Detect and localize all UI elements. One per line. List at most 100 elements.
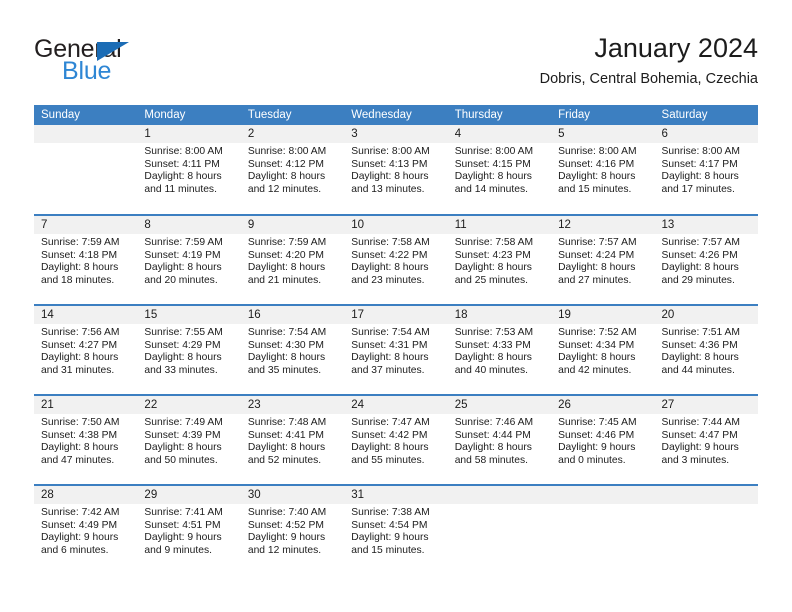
day-cell[interactable]: 26 Sunrise: 7:45 AM Sunset: 4:46 PM Dayl… <box>551 394 655 485</box>
week-row: 28 Sunrise: 7:42 AM Sunset: 4:49 PM Dayl… <box>34 484 758 575</box>
sunset-text: Sunset: 4:13 PM <box>351 158 428 170</box>
day-cell-inner: 15 Sunrise: 7:55 AM Sunset: 4:29 PM Dayl… <box>137 306 241 394</box>
day-cell[interactable]: 21 Sunrise: 7:50 AM Sunset: 4:38 PM Dayl… <box>34 394 138 485</box>
day-cell[interactable] <box>34 125 138 215</box>
day-cell[interactable]: 19 Sunrise: 7:52 AM Sunset: 4:34 PM Dayl… <box>551 304 655 395</box>
day-cell[interactable]: 7 Sunrise: 7:59 AM Sunset: 4:18 PM Dayli… <box>34 214 138 305</box>
day-details: Sunrise: 7:41 AM Sunset: 4:51 PM Dayligh… <box>137 504 240 557</box>
day-details: Sunrise: 8:00 AM Sunset: 4:16 PM Dayligh… <box>551 143 654 196</box>
day-cell[interactable]: 31 Sunrise: 7:38 AM Sunset: 4:54 PM Dayl… <box>344 484 448 575</box>
day-cell[interactable]: 11 Sunrise: 7:58 AM Sunset: 4:23 PM Dayl… <box>447 214 552 305</box>
day-details: Sunrise: 7:56 AM Sunset: 4:27 PM Dayligh… <box>34 324 137 377</box>
weekday-header-wednesday: Wednesday <box>344 105 448 125</box>
sunrise-text: Sunrise: 7:42 AM <box>41 507 120 518</box>
day-cell[interactable]: 16 Sunrise: 7:54 AM Sunset: 4:30 PM Dayl… <box>240 304 345 395</box>
day-cell[interactable]: 23 Sunrise: 7:48 AM Sunset: 4:41 PM Dayl… <box>240 394 345 485</box>
day-number: 5 <box>551 125 655 143</box>
day-cell[interactable]: 20 Sunrise: 7:51 AM Sunset: 4:36 PM Dayl… <box>654 304 758 395</box>
day-number: 11 <box>447 216 552 234</box>
day-cell[interactable]: 5 Sunrise: 8:00 AM Sunset: 4:16 PM Dayli… <box>551 125 655 215</box>
day-number: 8 <box>137 216 241 234</box>
daylight-text-line1: Daylight: 9 hours <box>144 532 222 544</box>
daylight-text-line2: and 31 minutes. <box>41 364 115 376</box>
day-cell[interactable]: 24 Sunrise: 7:47 AM Sunset: 4:42 PM Dayl… <box>344 394 448 485</box>
page-header: General Blue January 2024 Dobris, Centra… <box>0 0 792 100</box>
day-cell[interactable]: 6 Sunrise: 8:00 AM Sunset: 4:17 PM Dayli… <box>654 125 758 215</box>
day-details: Sunrise: 7:38 AM Sunset: 4:54 PM Dayligh… <box>344 504 447 557</box>
day-number: 20 <box>654 306 758 324</box>
day-cell[interactable]: 4 Sunrise: 8:00 AM Sunset: 4:15 PM Dayli… <box>447 125 552 215</box>
day-cell-inner <box>654 486 758 574</box>
day-details: Sunrise: 8:00 AM Sunset: 4:11 PM Dayligh… <box>137 143 240 196</box>
day-cell[interactable]: 17 Sunrise: 7:54 AM Sunset: 4:31 PM Dayl… <box>344 304 448 395</box>
day-cell[interactable]: 18 Sunrise: 7:53 AM Sunset: 4:33 PM Dayl… <box>447 304 552 395</box>
day-cell-inner: 11 Sunrise: 7:58 AM Sunset: 4:23 PM Dayl… <box>447 216 552 304</box>
day-cell[interactable]: 14 Sunrise: 7:56 AM Sunset: 4:27 PM Dayl… <box>34 304 138 395</box>
day-number: 13 <box>654 216 758 234</box>
day-number: 25 <box>447 396 552 414</box>
sunrise-text: Sunrise: 7:46 AM <box>454 417 534 428</box>
sunrise-text: Sunrise: 7:59 AM <box>41 237 120 248</box>
day-details: Sunrise: 7:57 AM Sunset: 4:24 PM Dayligh… <box>551 234 654 287</box>
daylight-text-line2: and 18 minutes. <box>41 274 115 286</box>
sunrise-text: Sunrise: 7:47 AM <box>351 417 430 428</box>
day-number: 27 <box>654 396 758 414</box>
day-cell[interactable]: 3 Sunrise: 8:00 AM Sunset: 4:13 PM Dayli… <box>344 125 448 215</box>
day-cell[interactable]: 29 Sunrise: 7:41 AM Sunset: 4:51 PM Dayl… <box>137 484 241 575</box>
day-cell-inner: 5 Sunrise: 8:00 AM Sunset: 4:16 PM Dayli… <box>551 125 655 213</box>
day-cell[interactable]: 25 Sunrise: 7:46 AM Sunset: 4:44 PM Dayl… <box>447 394 552 485</box>
day-details: Sunrise: 8:00 AM Sunset: 4:12 PM Dayligh… <box>241 143 344 196</box>
day-cell[interactable]: 10 Sunrise: 7:58 AM Sunset: 4:22 PM Dayl… <box>344 214 448 305</box>
weekday-header-saturday: Saturday <box>654 105 758 125</box>
day-cell[interactable]: 13 Sunrise: 7:57 AM Sunset: 4:26 PM Dayl… <box>654 214 758 305</box>
day-cell[interactable]: 27 Sunrise: 7:44 AM Sunset: 4:47 PM Dayl… <box>654 394 758 485</box>
day-details: Sunrise: 7:42 AM Sunset: 4:49 PM Dayligh… <box>34 504 137 557</box>
sunset-text: Sunset: 4:30 PM <box>247 339 324 351</box>
daylight-text-line2: and 14 minutes. <box>454 183 528 195</box>
day-cell[interactable] <box>654 484 758 575</box>
daylight-text-line2: and 6 minutes. <box>41 544 109 556</box>
sunrise-text: Sunrise: 8:00 AM <box>144 146 223 157</box>
day-cell[interactable]: 30 Sunrise: 7:40 AM Sunset: 4:52 PM Dayl… <box>240 484 345 575</box>
day-cell[interactable]: 12 Sunrise: 7:57 AM Sunset: 4:24 PM Dayl… <box>551 214 655 305</box>
daylight-text-line1: Daylight: 8 hours <box>454 352 532 364</box>
daylight-text-line2: and 25 minutes. <box>454 274 528 286</box>
day-cell[interactable]: 22 Sunrise: 7:49 AM Sunset: 4:39 PM Dayl… <box>137 394 241 485</box>
sunset-text: Sunset: 4:22 PM <box>351 249 428 261</box>
daylight-text-line1: Daylight: 8 hours <box>351 171 429 183</box>
daylight-text-line2: and 42 minutes. <box>558 364 632 376</box>
day-details <box>655 504 758 507</box>
calendar-header-row: Sunday Monday Tuesday Wednesday Thursday… <box>34 105 758 125</box>
calendar-body: 1 Sunrise: 8:00 AM Sunset: 4:11 PM Dayli… <box>34 125 758 575</box>
sunset-text: Sunset: 4:38 PM <box>41 429 118 441</box>
sunrise-text: Sunrise: 7:57 AM <box>661 237 740 248</box>
day-cell[interactable] <box>447 484 552 575</box>
sunset-text: Sunset: 4:17 PM <box>661 158 738 170</box>
daylight-text-line2: and 3 minutes. <box>661 454 730 466</box>
sunrise-text: Sunrise: 7:44 AM <box>661 417 740 428</box>
day-cell[interactable]: 1 Sunrise: 8:00 AM Sunset: 4:11 PM Dayli… <box>137 125 241 215</box>
day-number: 15 <box>137 306 241 324</box>
day-details: Sunrise: 7:52 AM Sunset: 4:34 PM Dayligh… <box>551 324 654 377</box>
day-cell-inner: 20 Sunrise: 7:51 AM Sunset: 4:36 PM Dayl… <box>654 306 758 394</box>
daylight-text-line1: Daylight: 8 hours <box>558 171 636 183</box>
day-cell[interactable]: 28 Sunrise: 7:42 AM Sunset: 4:49 PM Dayl… <box>34 484 138 575</box>
day-details: Sunrise: 7:45 AM Sunset: 4:46 PM Dayligh… <box>551 414 654 467</box>
day-cell[interactable] <box>551 484 655 575</box>
day-details: Sunrise: 7:50 AM Sunset: 4:38 PM Dayligh… <box>34 414 137 467</box>
sunset-text: Sunset: 4:31 PM <box>351 339 428 351</box>
daylight-text-line2: and 40 minutes. <box>454 364 528 376</box>
day-cell[interactable]: 2 Sunrise: 8:00 AM Sunset: 4:12 PM Dayli… <box>240 125 345 215</box>
daylight-text-line1: Daylight: 8 hours <box>351 352 429 364</box>
day-cell[interactable]: 9 Sunrise: 7:59 AM Sunset: 4:20 PM Dayli… <box>240 214 345 305</box>
day-details: Sunrise: 7:47 AM Sunset: 4:42 PM Dayligh… <box>344 414 447 467</box>
daylight-text-line1: Daylight: 8 hours <box>247 171 326 183</box>
day-cell-inner: 29 Sunrise: 7:41 AM Sunset: 4:51 PM Dayl… <box>137 486 241 574</box>
day-cell[interactable]: 8 Sunrise: 7:59 AM Sunset: 4:19 PM Dayli… <box>137 214 241 305</box>
daylight-text-line2: and 33 minutes. <box>144 364 218 376</box>
day-number: 14 <box>34 306 138 324</box>
day-cell[interactable]: 15 Sunrise: 7:55 AM Sunset: 4:29 PM Dayl… <box>137 304 241 395</box>
week-row: 14 Sunrise: 7:56 AM Sunset: 4:27 PM Dayl… <box>34 304 758 395</box>
day-details: Sunrise: 7:44 AM Sunset: 4:47 PM Dayligh… <box>655 414 758 467</box>
sunrise-text: Sunrise: 7:56 AM <box>41 327 120 338</box>
